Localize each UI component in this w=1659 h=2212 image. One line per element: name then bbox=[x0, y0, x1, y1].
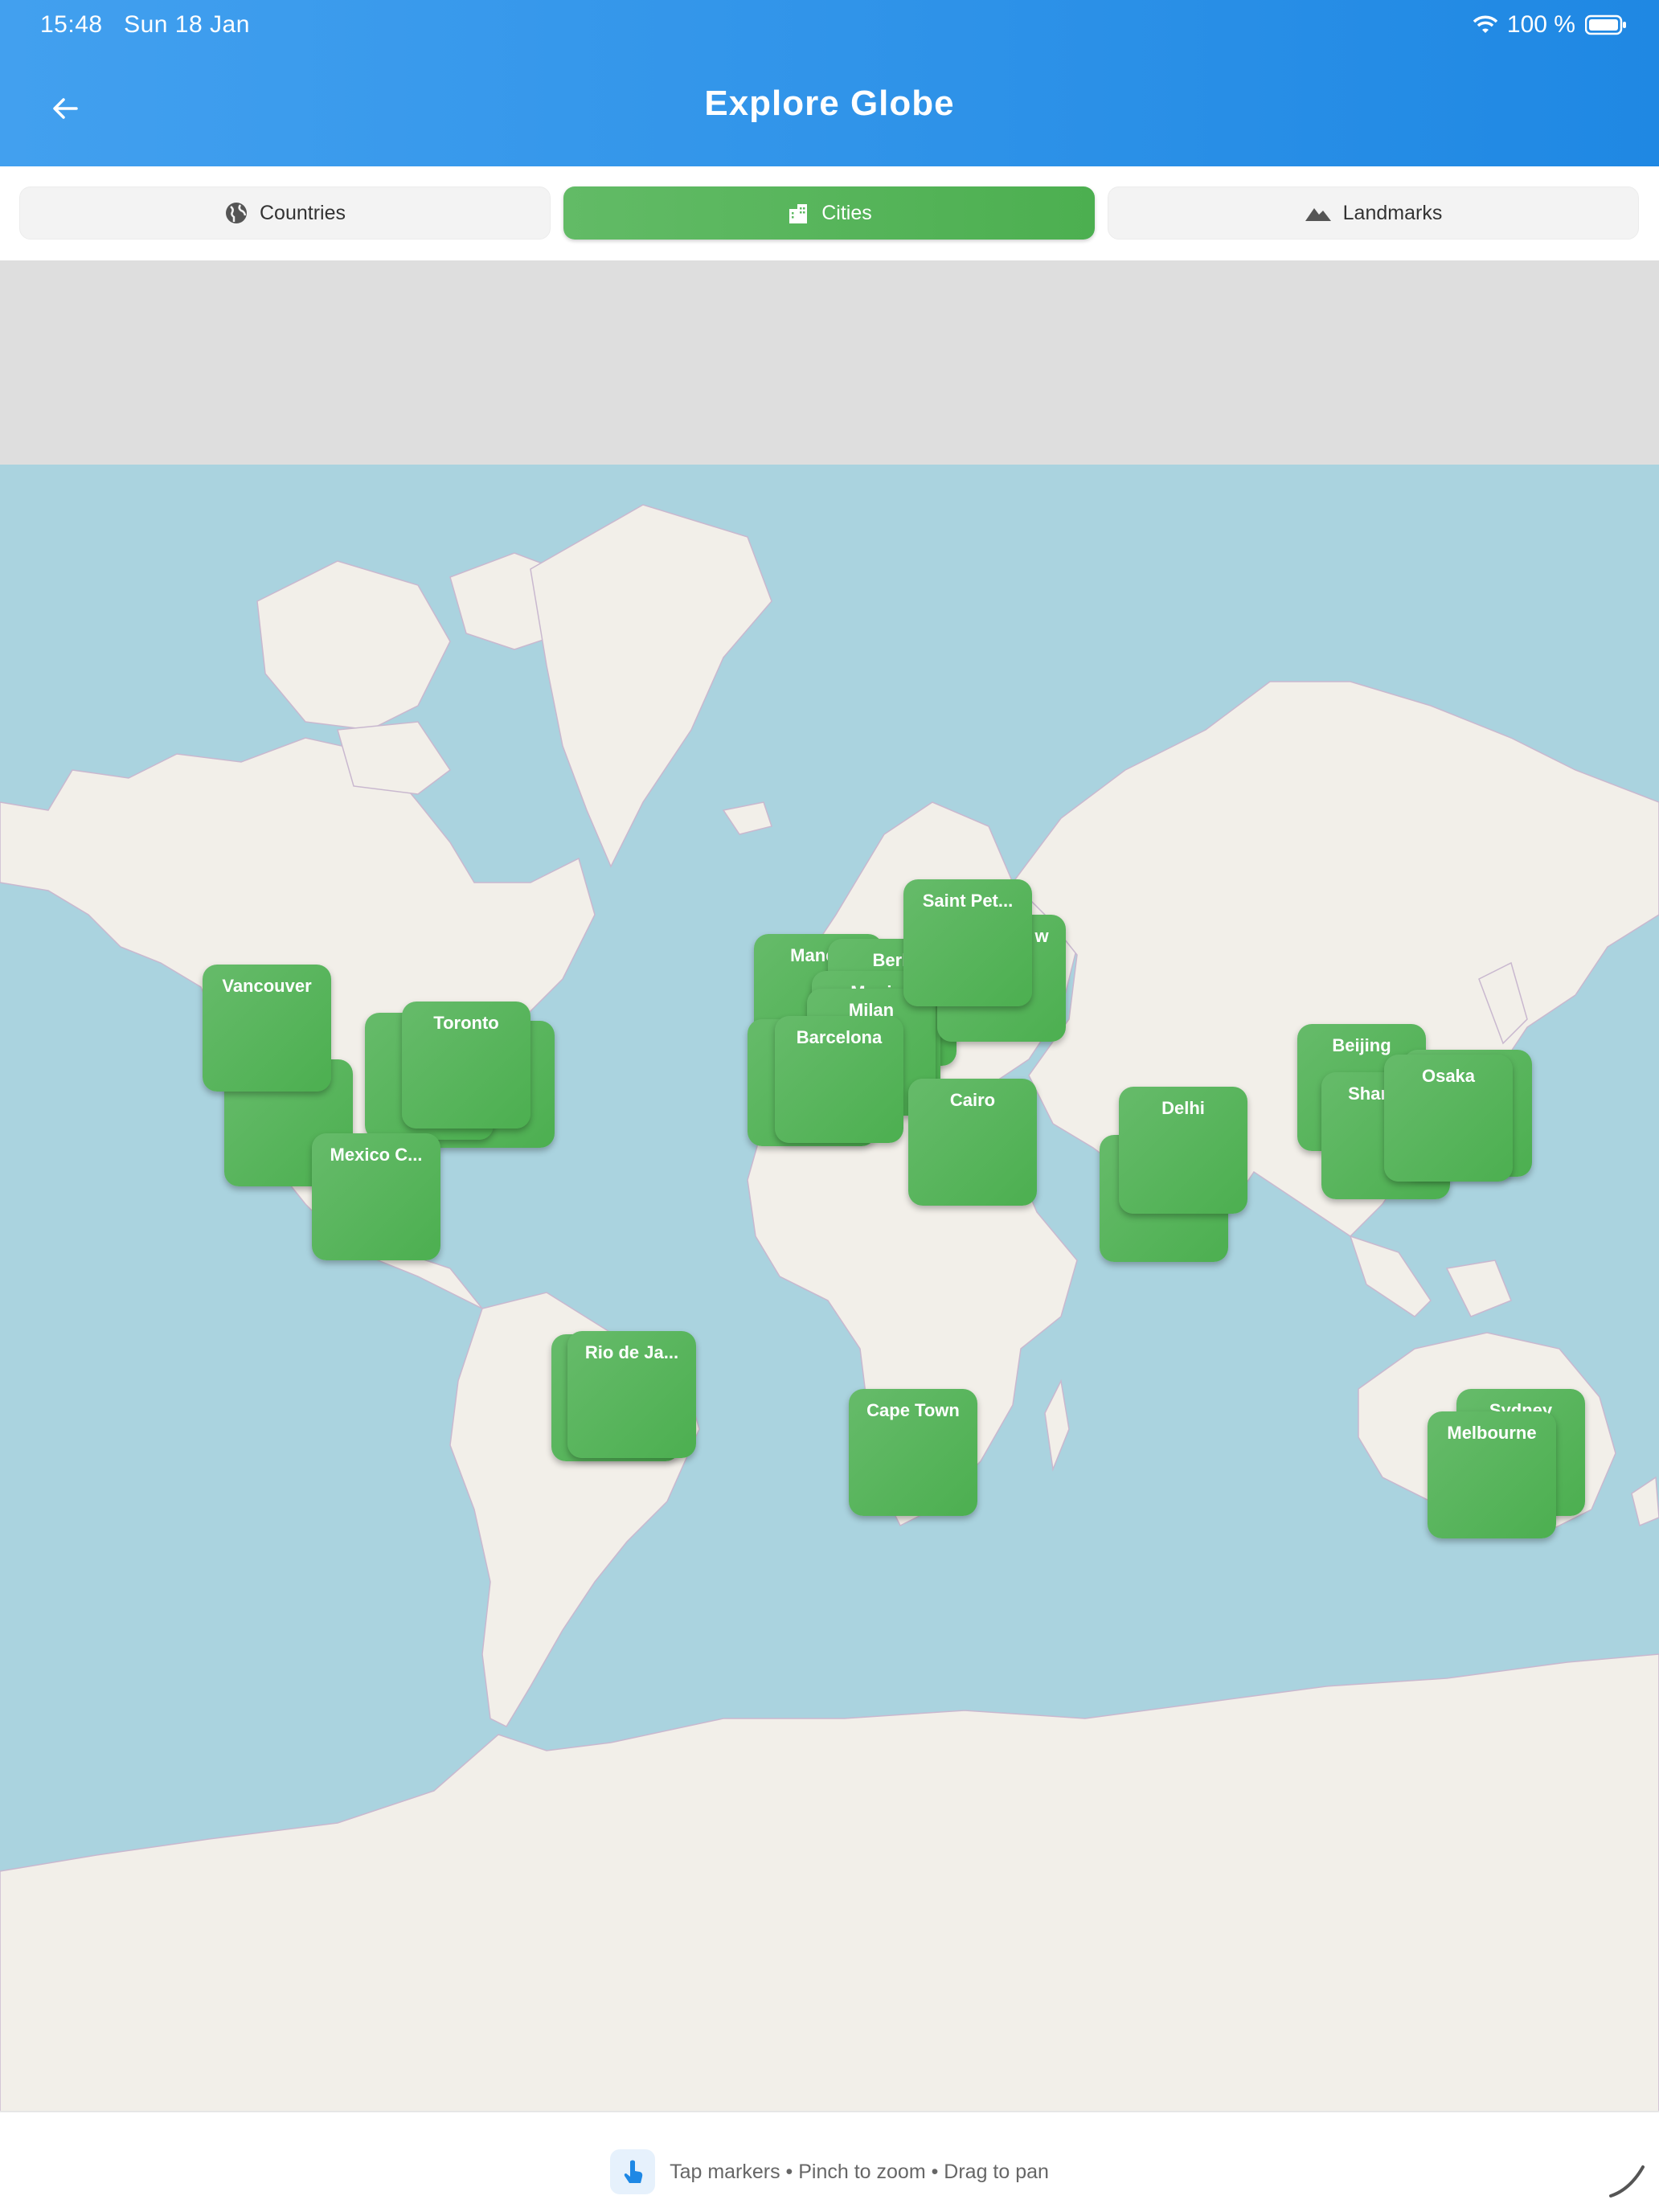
marker-label: Cairo bbox=[949, 1090, 996, 1110]
marker-label: Delhi bbox=[1161, 1098, 1205, 1118]
marker-osaka[interactable]: Osaka bbox=[1384, 1055, 1513, 1182]
marker-barcelona[interactable]: Barcelona bbox=[775, 1016, 903, 1143]
marker-label: Cape Town bbox=[866, 1400, 960, 1420]
hint-text: Tap markers • Pinch to zoom • Drag to pa… bbox=[670, 2160, 1049, 2183]
battery-icon bbox=[1585, 14, 1626, 35]
marker-label: Mexico C... bbox=[330, 1145, 423, 1165]
map-view[interactable]: ... Vancouver C Toronto Mexico C... Manc… bbox=[0, 260, 1659, 2111]
mountain-icon bbox=[1305, 208, 1331, 221]
marker-mexico-city[interactable]: Mexico C... bbox=[312, 1133, 440, 1260]
battery-text: 100 % bbox=[1506, 11, 1575, 38]
tab-cities[interactable]: Cities bbox=[563, 186, 1095, 240]
category-tabs: Countries Cities Landmarks bbox=[0, 166, 1659, 260]
page-title: Explore Globe bbox=[704, 84, 955, 123]
wifi-icon bbox=[1473, 15, 1497, 33]
marker-delhi[interactable]: Delhi bbox=[1119, 1087, 1247, 1214]
touch-icon bbox=[610, 2149, 656, 2194]
world-map[interactable] bbox=[0, 465, 1659, 2111]
time-text: 15:48 bbox=[40, 11, 103, 38]
status-time: 15:48 Sun 18 Jan bbox=[40, 11, 250, 39]
marker-label: Toronto bbox=[433, 1013, 499, 1033]
marker-toronto[interactable]: Toronto bbox=[402, 1002, 530, 1129]
tab-label: Cities bbox=[821, 201, 872, 224]
bottom-hint-bar: Tap markers • Pinch to zoom • Drag to pa… bbox=[0, 2111, 1659, 2212]
marker-melbourne[interactable]: Melbourne bbox=[1428, 1411, 1556, 1538]
gesture-hint: Tap markers • Pinch to zoom • Drag to pa… bbox=[0, 2149, 1659, 2194]
tab-landmarks[interactable]: Landmarks bbox=[1108, 186, 1639, 240]
tab-label: Countries bbox=[260, 201, 346, 224]
marker-rio-de-janeiro[interactable]: Rio de Ja... bbox=[567, 1331, 696, 1458]
marker-label: w bbox=[1034, 926, 1049, 946]
marker-label: Osaka bbox=[1421, 1066, 1476, 1086]
marker-vancouver[interactable]: Vancouver bbox=[203, 965, 331, 1092]
globe-icon bbox=[226, 203, 247, 223]
tab-countries[interactable]: Countries bbox=[19, 186, 551, 240]
marker-saint-petersburg[interactable]: Saint Pet... bbox=[903, 879, 1032, 1006]
pencil-icon[interactable] bbox=[1606, 2157, 1649, 2201]
marker-label: Rio de Ja... bbox=[584, 1342, 679, 1362]
marker-label: Barcelona bbox=[796, 1027, 883, 1047]
app-bar: 15:48 Sun 18 Jan 100 % Explore Globe bbox=[0, 0, 1659, 166]
date-text: Sun 18 Jan bbox=[124, 11, 250, 38]
marker-label: Vancouver bbox=[222, 976, 312, 996]
marker-cape-town[interactable]: Cape Town bbox=[849, 1389, 977, 1516]
tab-label: Landmarks bbox=[1342, 201, 1443, 224]
marker-label: Beijing bbox=[1332, 1035, 1391, 1055]
marker-label: Melbourne bbox=[1447, 1423, 1537, 1443]
city-icon bbox=[789, 204, 808, 223]
status-indicators: 100 % bbox=[1473, 11, 1627, 39]
marker-label: Saint Pet... bbox=[922, 891, 1014, 911]
marker-cairo[interactable]: Cairo bbox=[908, 1079, 1037, 1206]
